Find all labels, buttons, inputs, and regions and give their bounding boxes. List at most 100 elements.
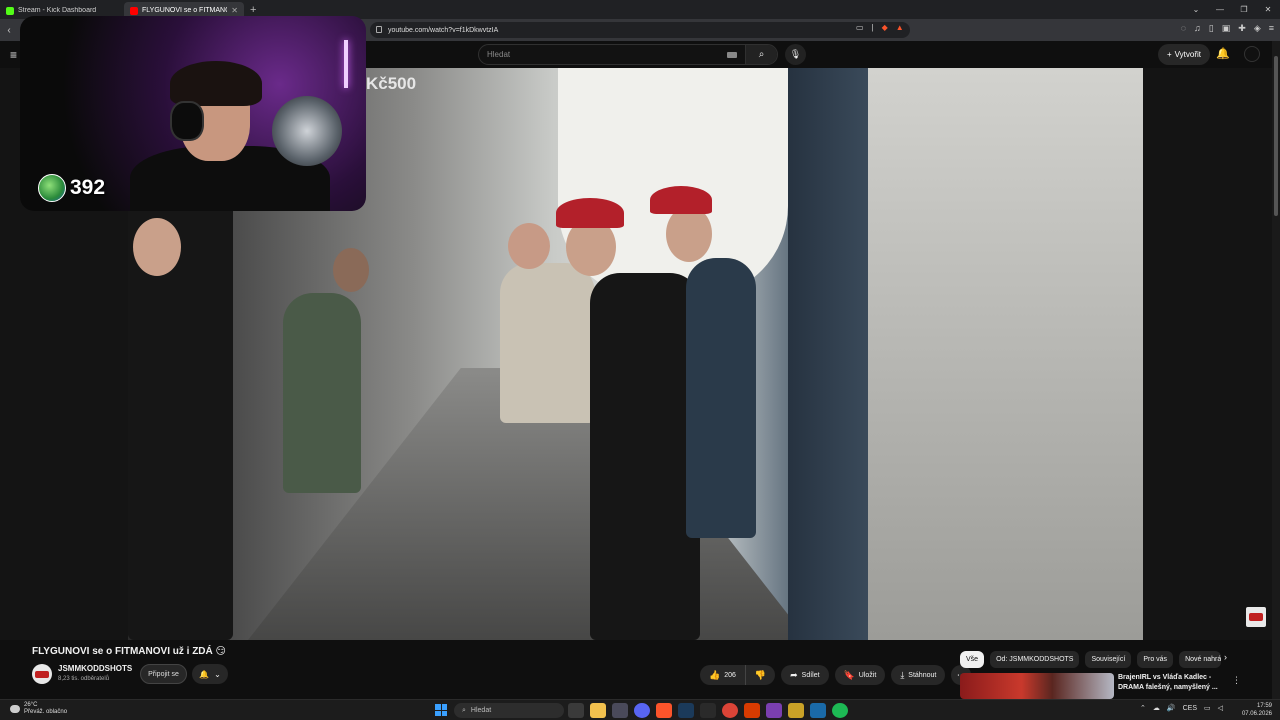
video-person-head bbox=[666, 206, 712, 262]
window-controls: ⌄ — ❐ ✕ bbox=[1184, 0, 1280, 19]
video-person bbox=[590, 273, 700, 640]
chip-new-uploads[interactable]: Nové nahrání bbox=[1179, 651, 1222, 668]
save-button[interactable]: 🔖 Uložit bbox=[834, 665, 886, 685]
join-button[interactable]: Připojit se bbox=[140, 664, 187, 684]
task-view-icon[interactable] bbox=[568, 703, 584, 718]
speaker-icon[interactable]: 🔊 bbox=[1167, 704, 1176, 712]
thumbs-up-icon: 👍 bbox=[709, 669, 721, 680]
subscriber-count: 8,23 tis. odběratelů bbox=[58, 676, 110, 682]
volume-icon[interactable]: ◁ bbox=[1218, 704, 1223, 712]
recommended-video-title[interactable]: BrajenIRL vs Vláďa Kadlec - DRAMA falešn… bbox=[1118, 673, 1218, 693]
new-tab-button[interactable]: + bbox=[250, 4, 256, 16]
scrollbar-thumb[interactable] bbox=[1274, 56, 1278, 216]
chip-for-you[interactable]: Pro vás bbox=[1137, 651, 1174, 668]
video-red-cap bbox=[556, 198, 624, 228]
bookmark-icon: 🔖 bbox=[843, 669, 855, 680]
channel-watermark-icon[interactable] bbox=[1246, 607, 1266, 627]
share-button[interactable]: ➦ Sdílet bbox=[781, 665, 829, 685]
plus-icon: + bbox=[1166, 50, 1172, 59]
dislike-button[interactable]: 👎 bbox=[745, 665, 776, 685]
viewer-count: 392 bbox=[70, 176, 106, 199]
video-scene-wall bbox=[868, 68, 1143, 640]
account-avatar[interactable] bbox=[1244, 46, 1260, 62]
chip-from-channel[interactable]: Od: JSMMKODDSHOTS bbox=[990, 651, 1080, 668]
steam-icon[interactable] bbox=[678, 703, 694, 718]
create-label: Vytvořit bbox=[1174, 50, 1202, 59]
temperature: 26°C bbox=[24, 702, 38, 708]
more-vertical-icon[interactable]: ⋮ bbox=[1232, 675, 1241, 686]
close-icon[interactable]: ✕ bbox=[231, 6, 238, 15]
recommendation-chips: Vše Od: JSMMKODDSHOTS Související Pro vá… bbox=[960, 651, 1222, 668]
save-label: Uložit bbox=[858, 671, 877, 679]
windows-start-icon[interactable] bbox=[435, 704, 447, 716]
chevron-down-icon[interactable]: ⌄ bbox=[1184, 5, 1208, 14]
app-icon[interactable] bbox=[700, 703, 716, 718]
chip-related[interactable]: Související bbox=[1085, 651, 1132, 668]
network-icon[interactable]: ▭ bbox=[1204, 704, 1211, 712]
chip-all[interactable]: Vše bbox=[960, 651, 985, 668]
close-window-icon[interactable]: ✕ bbox=[1256, 5, 1280, 14]
store-icon[interactable] bbox=[612, 703, 628, 718]
wallet-icon[interactable]: ▣ bbox=[1222, 23, 1231, 34]
channel-name[interactable]: JSMMKODDSHOTS bbox=[58, 664, 132, 673]
sidebar-icon[interactable]: ▯ bbox=[1209, 23, 1214, 34]
search-input[interactable] bbox=[479, 50, 727, 59]
download-icon: ⤓ bbox=[900, 669, 905, 680]
cast-icon[interactable]: ▭ bbox=[856, 23, 864, 32]
vpn-icon[interactable]: ◈ bbox=[1254, 23, 1261, 34]
clock[interactable]: 17:59 07.06.2026 bbox=[1240, 702, 1272, 718]
app-icon[interactable] bbox=[766, 703, 782, 718]
recommended-video-thumbnail[interactable] bbox=[960, 673, 1114, 699]
hamburger-menu-icon[interactable]: ≡ bbox=[10, 48, 17, 62]
video-red-cap bbox=[650, 186, 712, 214]
notifications-bell-icon[interactable]: 🔔 bbox=[1216, 47, 1230, 60]
app-icon[interactable] bbox=[810, 703, 826, 718]
restore-icon[interactable]: ❐ bbox=[1232, 5, 1256, 14]
video-person-head bbox=[333, 248, 369, 292]
tab-title: Stream - Kick Dashboard bbox=[18, 7, 97, 14]
menu-icon[interactable]: ≡ bbox=[1269, 23, 1274, 34]
url-text: youtube.com/watch?v=f1kDkwvtzIA bbox=[388, 26, 499, 34]
tab-title: FLYGUNOVI se o FITMANOVI už i bbox=[142, 7, 227, 14]
app-icon[interactable] bbox=[788, 703, 804, 718]
subscription-bell-button[interactable]: 🔔 ⌄ bbox=[192, 664, 228, 684]
streamer-webcam: 392 bbox=[20, 16, 366, 211]
discord-icon[interactable] bbox=[634, 703, 650, 718]
create-button[interactable]: + Vytvořit bbox=[1158, 44, 1210, 65]
chevron-up-icon[interactable]: ⌃ bbox=[1140, 704, 1146, 712]
share-icon: ➦ bbox=[790, 669, 798, 680]
microphone-icon[interactable]: 🎙 bbox=[785, 44, 806, 65]
channel-avatar[interactable] bbox=[32, 664, 52, 684]
url-field[interactable]: youtube.com/watch?v=f1kDkwvtzIA bbox=[370, 22, 910, 38]
chevron-right-icon[interactable]: › bbox=[1224, 652, 1227, 662]
file-explorer-icon[interactable] bbox=[590, 703, 606, 718]
office-icon[interactable] bbox=[744, 703, 760, 718]
brave-shield-icon[interactable]: ◆ bbox=[882, 23, 888, 32]
brave-rewards-icon[interactable]: ▲ bbox=[896, 23, 904, 32]
system-tray: ⌃ ☁ 🔊 CES ▭ ◁ bbox=[1140, 704, 1223, 713]
extension-icons: ◌ ♫ ▯ ▣ ✚ ◈ ≡ bbox=[1181, 23, 1274, 34]
brave-browser-icon[interactable] bbox=[656, 703, 672, 718]
windows-taskbar: 26°C Převáž. oblačno ⌕ Hledat ⌃ ☁ 🔊 CES … bbox=[0, 699, 1280, 720]
video-person bbox=[500, 263, 595, 423]
like-button[interactable]: 👍 206 bbox=[700, 665, 746, 685]
weather-widget[interactable]: 26°C Převáž. oblačno bbox=[10, 702, 67, 716]
cloud-sync-icon[interactable]: ☁ bbox=[1153, 704, 1160, 712]
language-indicator[interactable]: CES bbox=[1183, 705, 1197, 712]
music-icon[interactable]: ♫ bbox=[1194, 23, 1201, 34]
back-icon[interactable]: ‹ bbox=[0, 25, 18, 36]
chat-icon[interactable]: ◌ bbox=[1181, 23, 1186, 34]
chrome-icon[interactable] bbox=[722, 703, 738, 718]
extensions-icon[interactable]: ✚ bbox=[1238, 23, 1246, 34]
video-overlay-text: Kč500 bbox=[366, 74, 417, 93]
keyboard-icon[interactable] bbox=[727, 51, 737, 58]
spotify-icon[interactable] bbox=[832, 703, 848, 718]
site-info-icon[interactable] bbox=[376, 26, 382, 33]
minimize-icon[interactable]: — bbox=[1208, 5, 1232, 14]
url-actions: ▭ | ◆ ▲ bbox=[856, 23, 904, 32]
download-button[interactable]: ⤓ Stáhnout bbox=[891, 665, 946, 685]
separator: | bbox=[871, 23, 874, 32]
taskbar-search[interactable]: ⌕ Hledat bbox=[454, 703, 564, 718]
video-person-head bbox=[508, 223, 550, 269]
search-icon[interactable]: ⌕ bbox=[745, 45, 777, 64]
